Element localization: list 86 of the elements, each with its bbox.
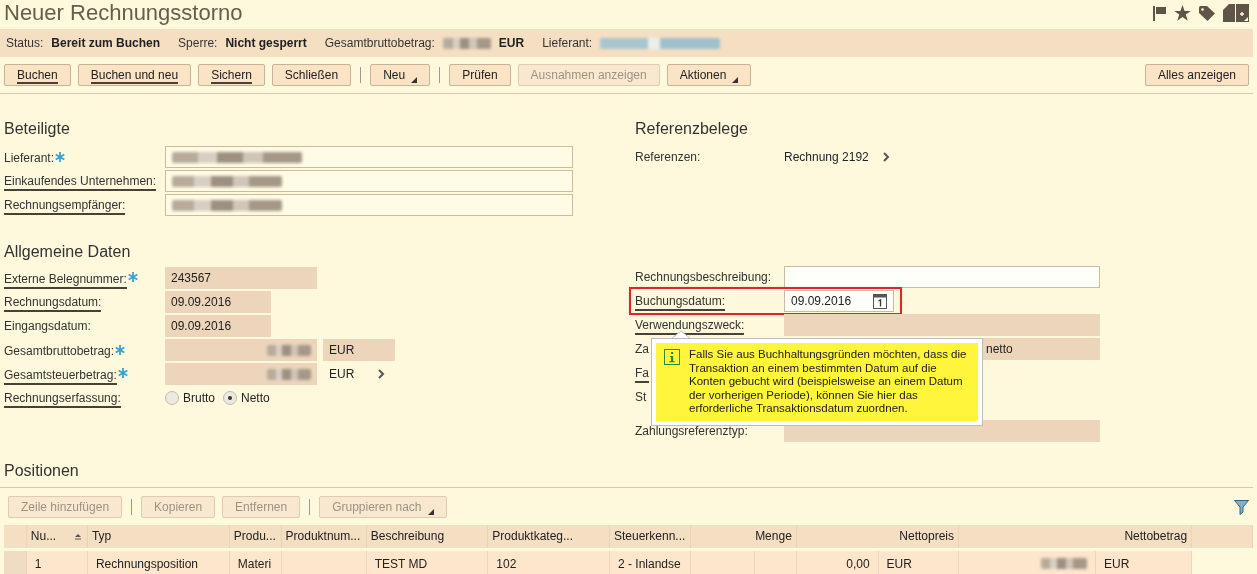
table-cell: 102 [487, 549, 610, 574]
column-header[interactable]: Nettopreis [796, 525, 959, 549]
status-value: Nicht gesperrt [225, 35, 307, 52]
section-title: Referenzbelege [635, 119, 749, 139]
table-cell: 0,00 EUR [796, 549, 959, 574]
section-title: Beteiligte [3, 119, 71, 139]
sort-icon[interactable] [74, 533, 83, 542]
field-label: Buchungsdatum: [635, 292, 726, 311]
filter-icon[interactable] [1234, 499, 1249, 515]
toolbar-button[interactable]: Schließen [271, 64, 352, 86]
caret-icon [427, 509, 434, 515]
menu-button[interactable]: Aktionen [666, 64, 752, 86]
column-header[interactable]: Steuerkenn... [609, 525, 691, 549]
flag-icon[interactable] [1153, 5, 1166, 21]
caret-icon [732, 77, 739, 83]
readonly-field: 09.09.2016 [165, 315, 271, 337]
toolbar-button[interactable]: Buchen und neu [77, 64, 192, 86]
column-header[interactable]: Typ [87, 525, 230, 549]
toolbar-button[interactable]: Prüfen [449, 64, 511, 86]
radio-button[interactable] [223, 391, 237, 405]
input-field[interactable]: 09.09.2016 [784, 290, 894, 312]
field-label: Rechnungsempfänger: [4, 196, 126, 215]
status-label: Sperre: [178, 35, 218, 52]
status-value: Bereit zum Buchen [51, 35, 161, 52]
column-header[interactable]: Menge [690, 525, 797, 549]
blurred-value [267, 344, 311, 356]
section-title: Positionen [3, 461, 80, 481]
readonly-field: 243567 [165, 267, 317, 289]
input-field[interactable] [165, 194, 573, 216]
info-icon [664, 349, 680, 365]
toolbar-button[interactable]: Buchen [4, 64, 71, 86]
currency-field: EUR [323, 339, 395, 361]
toolbar-button[interactable]: Alles anzeigen [1144, 64, 1249, 86]
section-title: Allgemeine Daten [3, 242, 132, 262]
radio-button[interactable] [165, 391, 179, 405]
currency-text: EUR [328, 366, 356, 383]
field-label: Gesamtbruttobetrag: [4, 343, 115, 359]
column-header[interactable]: Nettobetrag [958, 525, 1192, 549]
column-header[interactable]: Nu... [26, 525, 88, 549]
menu-button[interactable]: Neu [370, 64, 431, 86]
column-header[interactable]: Produ... [229, 525, 282, 549]
chevron-right-icon[interactable] [378, 369, 386, 379]
calendar-icon[interactable] [873, 293, 887, 309]
status-value: EUR [498, 35, 525, 52]
field-label: St [635, 389, 647, 405]
star-icon[interactable] [1174, 5, 1191, 21]
table-cell: TEST MD [366, 549, 488, 574]
caret-icon [411, 77, 418, 83]
status-label: Gesamtbruttobetrag: [324, 35, 435, 52]
tag-icon[interactable] [1199, 5, 1215, 21]
field-label: Verwendungszweck: [635, 316, 745, 335]
radio-label: Netto [241, 390, 270, 407]
reference-link[interactable]: Rechnung 2192 [784, 148, 869, 166]
radio-label: Brutto [183, 390, 215, 407]
table-cell: EUR [958, 549, 1192, 574]
toolbar-button[interactable]: Sichern [198, 64, 265, 86]
column-header[interactable]: Beschreibung [366, 525, 488, 549]
field-label: Lieferant: [4, 150, 55, 166]
field-label: Zahlungsreferenztyp: [635, 423, 748, 439]
field-label: Fa [635, 364, 649, 383]
field-label: Einkaufendes Unternehmen: [4, 172, 157, 191]
input-field[interactable] [165, 146, 573, 168]
field-label: Externe Belegnummer: [4, 270, 127, 289]
field-label: Rechnungsdatum: [4, 293, 102, 312]
field-label: Eingangsdatum: [4, 318, 91, 334]
table-cell: Rechnungsposition [87, 549, 230, 574]
input-field[interactable] [165, 170, 573, 192]
field-label: Rechnungserfassung: [4, 389, 121, 408]
status-label: Status: [6, 35, 44, 52]
input-field[interactable] [784, 266, 1100, 288]
field-label: Referenzen: [635, 149, 701, 165]
column-header[interactable]: Produktnum... [281, 525, 367, 549]
field-label: Za [635, 341, 649, 357]
table-cell: 2 - Inlandse [609, 549, 691, 574]
status-label: Lieferant: [542, 35, 593, 52]
tooltip-text: Falls Sie aus Buchhaltungsgründen möchten, dass die Transaktion an einem bestimmten Datum auf die Konten gebucht wird (beispielsweise an einem Datum der vorherigen Periode), können Sie hier das erforderliche Transaktionsdatum zuordnen. [689, 348, 968, 416]
chevron-right-icon[interactable] [882, 152, 890, 162]
table-cell: Materi [229, 549, 282, 574]
blurred-value [267, 368, 311, 380]
field-label: Gesamtsteuerbetrag: [4, 366, 117, 385]
table-cell: 1 [26, 549, 88, 574]
readonly-field: 09.09.2016 [165, 291, 271, 313]
field-label: Rechnungsbeschreibung: [635, 269, 772, 285]
page-title: Neuer Rechnungsstorno [3, 0, 243, 26]
column-header[interactable]: Produktkateg... [487, 525, 610, 549]
new-document-icon[interactable] [1223, 4, 1249, 22]
